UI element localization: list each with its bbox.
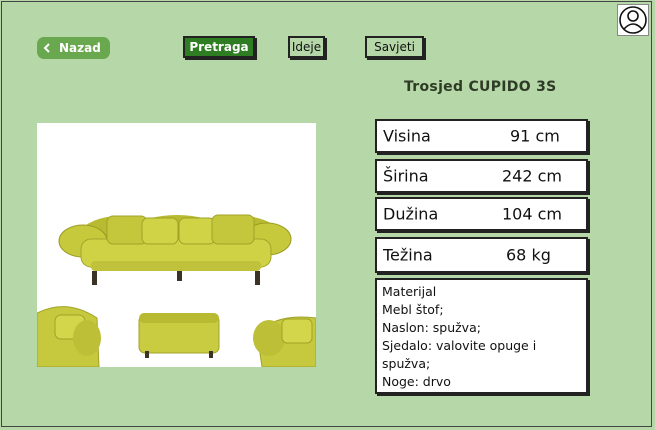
tab-ideje-label: Ideje: [291, 40, 322, 54]
back-button-label: Nazad: [59, 41, 101, 55]
product-image: [37, 123, 316, 367]
tab-pretraga-label: Pretraga: [189, 40, 249, 54]
material-line: Mebl štof;: [382, 302, 444, 317]
spec-duzina: Dužina 104 cm: [375, 197, 588, 231]
spec-visina: Visina 91 cm: [375, 119, 588, 153]
tab-ideje[interactable]: Ideje: [288, 36, 325, 58]
material-heading: Materijal: [382, 284, 437, 299]
spec-label: Težina: [383, 245, 433, 265]
spec-sirina: Širina 242 cm: [375, 159, 588, 193]
user-avatar-icon[interactable]: [617, 4, 649, 36]
spec-value: 68 kg: [506, 245, 551, 265]
spec-value: 242 cm: [502, 166, 563, 186]
sofa-detail-image: [253, 316, 316, 367]
spec-label: Visina: [383, 126, 431, 146]
product-title: Trosjed CUPIDO 3S: [404, 79, 557, 95]
chevron-left-icon: [43, 43, 51, 53]
material-box: Materijal Mebl štof; Naslon: spužva; Sje…: [375, 278, 588, 394]
tab-savjeti[interactable]: Savjeti: [365, 36, 424, 58]
spec-label: Dužina: [383, 204, 439, 224]
spec-label: Širina: [383, 166, 429, 186]
spec-tezina: Težina 68 kg: [375, 237, 588, 273]
material-line: Naslon: spužva;: [382, 320, 481, 335]
material-line: Noge: drvo: [382, 374, 451, 389]
tab-pretraga[interactable]: Pretraga: [183, 36, 255, 58]
spec-value: 104 cm: [502, 204, 563, 224]
spec-value: 91 cm: [510, 126, 560, 146]
sofa-main-image: [58, 214, 292, 285]
back-button[interactable]: Nazad: [37, 37, 110, 59]
material-line: Sjedalo: valovite opuge i spužva;: [382, 338, 537, 371]
armchair-image: [37, 306, 101, 367]
ottoman-image: [138, 313, 220, 358]
tab-savjeti-label: Savjeti: [374, 40, 415, 54]
